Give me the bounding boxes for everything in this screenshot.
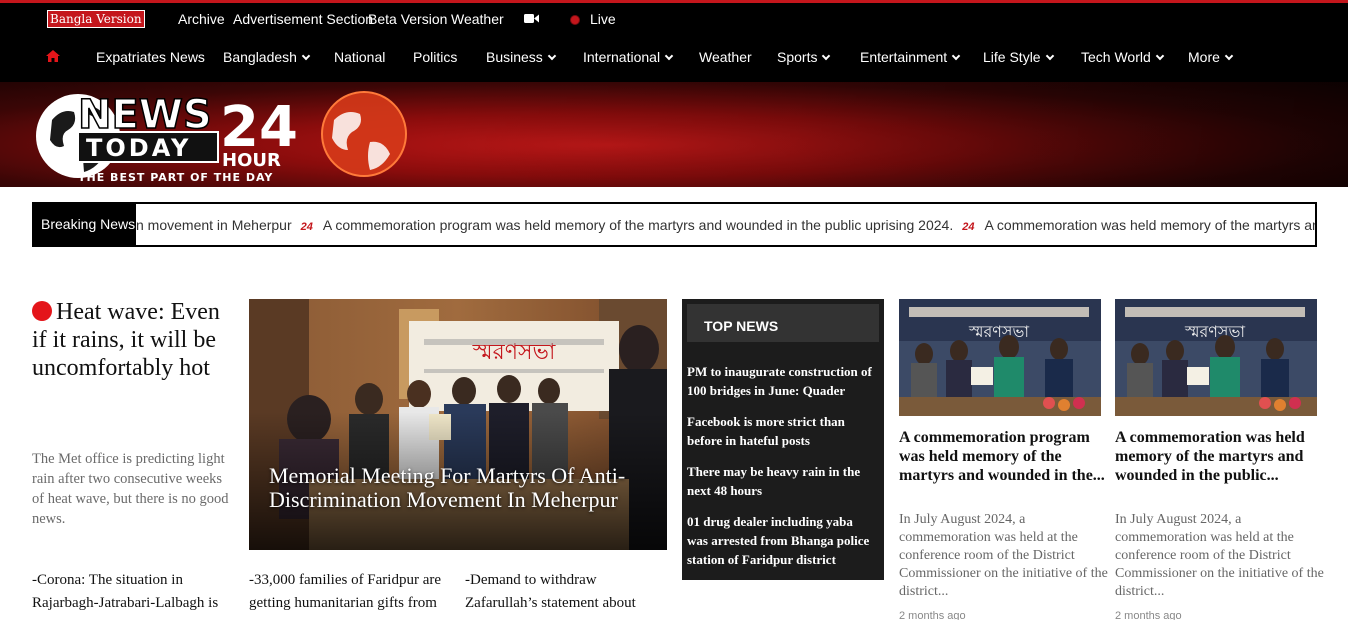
red-dot-icon [32, 301, 52, 321]
feature-story-image[interactable]: স্মরণসভা [249, 299, 667, 550]
site-logo[interactable]: NEWS TODAY 24 HOUR THE BEST PART OF THE … [34, 90, 434, 184]
beta-version-link[interactable]: Beta Version [368, 11, 447, 27]
card-title[interactable]: A commemoration was held memory of the m… [1115, 428, 1321, 485]
top-news-heading: TOP NEWS [687, 304, 879, 342]
main-nav: Expatriates News Bangladesh National Pol… [0, 33, 1348, 82]
ticker-item[interactable]: A commemoration was held memory of the m… [984, 217, 1315, 233]
related-link[interactable]: -Corona: The situation in Rajarbagh-Jatr… [32, 569, 232, 620]
banner-shading [430, 82, 1348, 187]
chevron-down-icon [951, 51, 961, 61]
commemoration-photo: স্মরণসভা [1115, 299, 1317, 416]
top-bar: Bangla Version Archive Advertisement Sec… [0, 3, 1348, 33]
card-title[interactable]: A commemoration program was held memory … [899, 428, 1105, 485]
nav-item-expatriates-news[interactable]: Expatriates News [96, 49, 205, 65]
nav-item-more[interactable]: More [1188, 49, 1234, 65]
card-timestamp: 2 months ago [899, 610, 966, 620]
breaking-news-ticker: n movement in Meherpur 24 A commemoration … [136, 204, 1315, 245]
ticker-separator-icon: 24 [962, 221, 975, 233]
red-globe-icon [321, 91, 407, 177]
feature-story-title[interactable]: Memorial Meeting For Martyrs Of Anti-Dis… [269, 464, 649, 512]
lead-story-summary: The Met office is predicting light rain … [32, 451, 229, 527]
svg-text:স্মরণসভা: স্মরণসভা [1184, 322, 1245, 341]
svg-text:স্মরণসভা: স্মরণসভা [968, 322, 1029, 341]
top-news-panel: TOP NEWS PM to inaugurate construction o… [682, 299, 884, 580]
nav-item-tech-world[interactable]: Tech World [1081, 49, 1165, 65]
top-news-item[interactable]: PM to inaugurate construction of 100 bri… [687, 362, 877, 400]
chevron-down-icon [664, 51, 674, 61]
card-image[interactable]: স্মরণসভা [899, 299, 1101, 416]
nav-item-national[interactable]: National [334, 49, 385, 65]
nav-item-entertainment[interactable]: Entertainment [860, 49, 961, 65]
nav-item-bangladesh[interactable]: Bangladesh [223, 49, 311, 65]
lead-story-title[interactable]: Heat wave: Even if it rains, it will be … [32, 298, 232, 382]
card-timestamp: 2 months ago [1115, 610, 1182, 620]
chevron-down-icon [822, 51, 831, 61]
live-dot-icon [570, 15, 580, 25]
advertisement-link[interactable]: Advertisement Section [233, 11, 373, 27]
top-news-item[interactable]: Facebook is more strict than before in h… [687, 412, 877, 450]
home-icon[interactable] [46, 49, 60, 63]
ticker-item[interactable]: A commemoration program was held memory … [323, 217, 953, 233]
meeting-photo: স্মরণসভা [249, 299, 667, 550]
nav-item-international[interactable]: International [583, 49, 674, 65]
live-link[interactable]: Live [590, 11, 616, 27]
card-summary: In July August 2024, a commemoration was… [1115, 512, 1324, 599]
chevron-down-icon [1224, 51, 1234, 61]
video-camera-icon[interactable] [524, 13, 539, 24]
card-summary: In July August 2024, a commemoration was… [899, 512, 1108, 599]
related-link[interactable]: -33,000 families of Faridpur are getting… [249, 569, 454, 620]
bangla-version-link[interactable]: Bangla Version [47, 10, 145, 28]
card-image[interactable]: স্মরণসভা [1115, 299, 1317, 416]
ticker-item[interactable]: n movement in Meherpur [136, 217, 292, 233]
nav-item-business[interactable]: Business [486, 49, 557, 65]
breaking-news-bar: Breaking News n movement in Meherpur 24 A … [32, 202, 1317, 247]
header-banner: NEWS TODAY 24 HOUR THE BEST PART OF THE … [0, 82, 1348, 187]
logo-today-text: TODAY [86, 134, 191, 162]
breaking-news-label: Breaking News [34, 204, 136, 245]
chevron-down-icon [547, 51, 557, 61]
nav-item-life-style[interactable]: Life Style [983, 49, 1054, 65]
commemoration-photo: স্মরণসভা [899, 299, 1101, 416]
related-link[interactable]: -Demand to withdraw Zafarullah’s stateme… [465, 569, 670, 615]
nav-item-politics[interactable]: Politics [413, 49, 457, 65]
chevron-down-icon [301, 51, 311, 61]
top-news-item[interactable]: 01 drug dealer including yaba was arrest… [687, 512, 877, 569]
chevron-down-icon [1155, 51, 1165, 61]
nav-item-weather[interactable]: Weather [699, 49, 752, 65]
ticker-separator-icon: 24 [300, 221, 313, 233]
archive-link[interactable]: Archive [178, 11, 225, 27]
logo-hour-text: HOUR [222, 150, 281, 171]
top-news-item[interactable]: There may be heavy rain in the next 48 h… [687, 462, 877, 500]
logo-tagline-text: THE BEST PART OF THE DAY [78, 171, 273, 184]
nav-item-sports[interactable]: Sports [777, 49, 831, 65]
weather-link[interactable]: Weather [451, 11, 504, 27]
chevron-down-icon [1045, 51, 1054, 61]
